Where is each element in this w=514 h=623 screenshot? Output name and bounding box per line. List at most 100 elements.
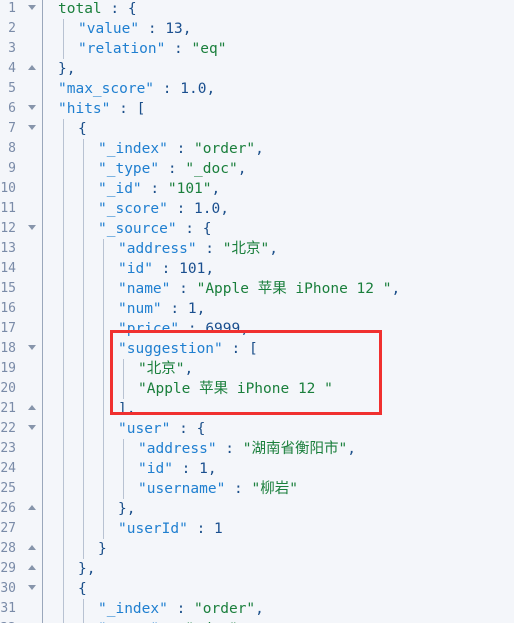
fold-collapse-icon[interactable] [28,105,36,110]
indent-guide [103,379,104,399]
code-line[interactable]: "max_score" : 1.0, [58,79,215,99]
token-str: "eq" [191,41,227,57]
gutter-row[interactable]: 32 [0,619,42,623]
code-line[interactable]: "_index" : "order", [98,599,264,619]
fold-collapse-icon[interactable] [28,125,36,130]
code-line[interactable]: "relation" : "eq" [78,39,226,59]
code-line[interactable]: ], [118,399,135,419]
token-brace: { [78,121,87,137]
gutter-row[interactable]: 8 [0,139,42,159]
gutter-row[interactable]: 11 [0,199,42,219]
indent-guide [83,139,84,159]
indent-guide [83,279,84,299]
gutter-row[interactable]: 30 [0,579,42,599]
fold-collapse-icon[interactable] [28,5,36,10]
code-line[interactable]: "address" : "湖南省衡阳市", [138,439,356,459]
fold-expand-icon[interactable] [28,565,36,570]
code-content-area[interactable]: total : {"value" : 13, "relation" : "eq"}… [43,0,514,623]
gutter-row[interactable]: 26 [0,499,42,519]
code-line[interactable]: { [78,579,87,599]
fold-expand-icon[interactable] [28,405,36,410]
code-line[interactable]: }, [78,559,95,579]
token-punct: , [126,401,136,417]
token-key: "hits" [58,101,111,117]
code-line[interactable]: "_index" : "order", [98,139,264,159]
gutter-row[interactable]: 29 [0,559,42,579]
code-line[interactable]: "北京", [138,359,193,379]
gutter-row[interactable]: 7 [0,119,42,139]
gutter-row[interactable]: 15 [0,279,42,299]
gutter-row[interactable]: 14 [0,259,42,279]
code-line[interactable]: "address" : "北京", [118,239,278,259]
fold-collapse-icon[interactable] [28,425,36,430]
gutter-row[interactable]: 16 [0,299,42,319]
code-line[interactable]: "_source" : { [98,219,212,239]
indent-guide [63,379,64,399]
code-line[interactable]: }, [58,59,75,79]
indent-guide [103,399,104,419]
gutter-row[interactable]: 18 [0,339,42,359]
fold-collapse-icon[interactable] [28,345,36,350]
fold-expand-icon[interactable] [28,65,36,70]
gutter-row[interactable]: 22 [0,419,42,439]
code-line[interactable]: "hits" : [ [58,99,145,119]
gutter-row[interactable]: 19 [0,359,42,379]
json-editor[interactable]: 1 2 3 4 5 6 7 8 9 10 11 12 13 14 15 16 17 18 19 20 21 22 23 24 2… [0,0,514,623]
indent-guide [63,459,64,479]
token-str: "_doc" [185,161,238,177]
code-line[interactable]: } [98,539,107,559]
token-str: total [58,1,102,17]
code-line[interactable]: "suggestion" : [ [118,339,258,359]
fold-expand-icon[interactable] [28,545,36,550]
line-number: 19 [0,361,16,376]
code-line[interactable]: "userId" : 1 [118,519,223,539]
gutter-row[interactable]: 6 [0,99,42,119]
code-line[interactable]: "name" : "Apple 苹果 iPhone 12 ", [118,279,400,299]
line-number: 17 [0,321,16,336]
gutter-row[interactable]: 1 [0,0,42,19]
code-line[interactable]: total : { [58,0,137,19]
gutter-row[interactable]: 28 [0,539,42,559]
code-line[interactable]: }, [118,499,135,519]
gutter-row[interactable]: 2 [0,19,42,39]
gutter-row[interactable]: 25 [0,479,42,499]
code-line[interactable]: "id" : 1, [138,459,217,479]
fold-expand-icon[interactable] [28,505,36,510]
gutter-row[interactable]: 20 [0,379,42,399]
code-line[interactable]: "value" : 13, [78,19,192,39]
gutter-row[interactable]: 17 [0,319,42,339]
token-key: "max_score" [58,81,155,97]
code-line[interactable]: "price" : 6999, [118,319,249,339]
code-line[interactable]: "Apple 苹果 iPhone 12 " [138,379,333,399]
token-punct: : [216,441,243,457]
gutter-row[interactable]: 9 [0,159,42,179]
code-line[interactable]: { [78,119,87,139]
gutter-row[interactable]: 12 [0,219,42,239]
code-line[interactable]: "username" : "柳岩" [138,479,298,499]
gutter-row[interactable]: 10 [0,179,42,199]
indent-guide [63,579,64,599]
token-punct: : [225,481,252,497]
gutter-row[interactable]: 4 [0,59,42,79]
gutter-row[interactable]: 24 [0,459,42,479]
gutter-row[interactable]: 21 [0,399,42,419]
gutter-row[interactable]: 3 [0,39,42,59]
gutter-row[interactable]: 31 [0,599,42,619]
fold-collapse-icon[interactable] [28,585,36,590]
code-line[interactable]: "num" : 1, [118,299,205,319]
token-brace: { [127,1,137,17]
fold-collapse-icon[interactable] [28,225,36,230]
token-key: "suggestion" [118,341,223,357]
gutter-row[interactable]: 5 [0,79,42,99]
code-line[interactable]: "_score" : 1.0, [98,199,229,219]
gutter-row[interactable]: 23 [0,439,42,459]
code-line[interactable]: "id" : 101, [118,259,214,279]
code-line[interactable]: "_id" : "101", [98,179,220,199]
code-line[interactable]: "user" : { [118,419,205,439]
code-line[interactable]: "_type" : "_doc", [98,619,246,623]
gutter-row[interactable]: 13 [0,239,42,259]
line-number-gutter[interactable]: 1 2 3 4 5 6 7 8 9 10 11 12 13 14 15 16 17 18 19 20 21 22 23 24 2… [0,0,42,623]
gutter-row[interactable]: 27 [0,519,42,539]
line-number: 26 [0,501,16,516]
code-line[interactable]: "_type" : "_doc", [98,159,246,179]
